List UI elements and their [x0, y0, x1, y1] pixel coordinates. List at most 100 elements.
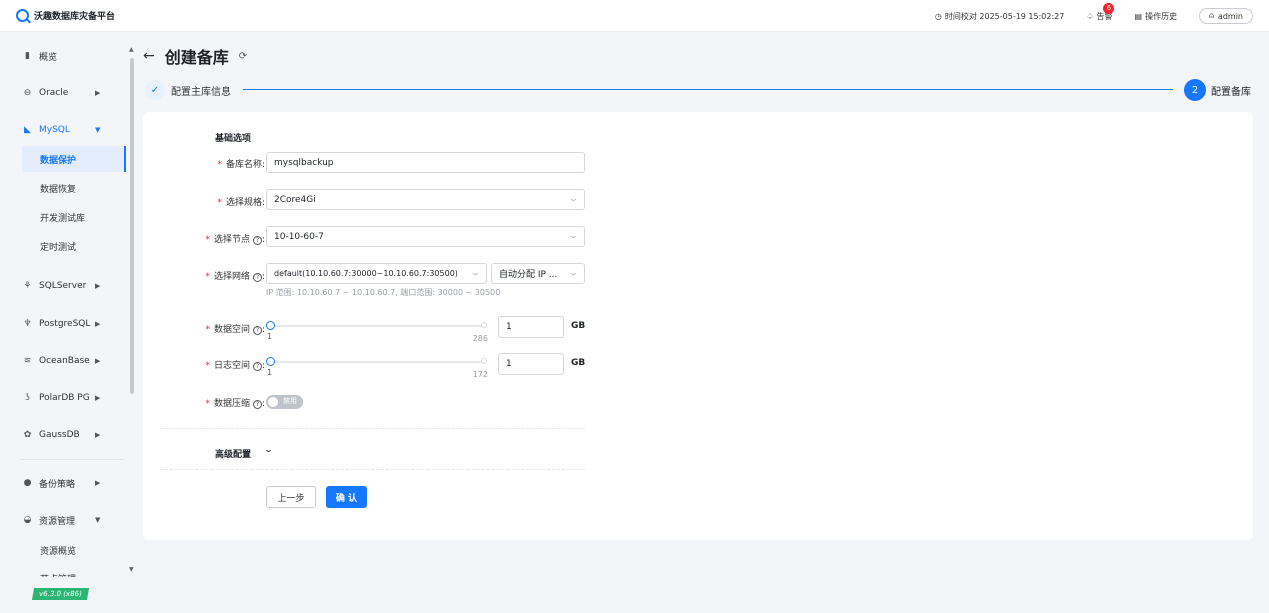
compress-toggle[interactable]: 禁用: [266, 395, 303, 409]
form-card: 基础选项 * 备库名称: mysqlbackup * 选择规格: 2Core4Gi …: [143, 112, 1253, 540]
refresh-icon[interactable]: ⟳: [239, 51, 247, 62]
chevron-down-icon: ⌄: [470, 268, 482, 277]
sidebar-item-mysql[interactable]: ◣ MySQL ▼: [0, 118, 126, 142]
user-name: admin: [1217, 11, 1243, 21]
sidebar-item-label: SQLServer: [39, 281, 87, 291]
help-icon[interactable]: ?: [252, 400, 262, 409]
sidebar-sub-node-management[interactable]: 节点管理: [22, 565, 126, 577]
section-divider: [160, 428, 585, 429]
step-1-check-icon: ✓: [145, 80, 165, 100]
spec-select[interactable]: 2Core4Gi ⌄: [266, 189, 585, 210]
sidebar-item-oracle[interactable]: ⊖ Oracle ▶: [0, 81, 126, 105]
alerts-button[interactable]: ♤ 告警 6: [1086, 2, 1115, 22]
steps: ✓ 配置主库信息 2 配置备库: [145, 78, 1255, 102]
required-mark: *: [217, 160, 222, 170]
data-space-input[interactable]: 1: [498, 316, 564, 338]
log-space-slider[interactable]: 1 172: [266, 356, 488, 380]
data-space-unit: GB: [571, 321, 586, 331]
brand[interactable]: 沃趣数据库灾备平台: [16, 9, 115, 22]
log-space-input[interactable]: 1: [498, 353, 564, 375]
sidebar-item-label: OceanBase: [39, 356, 90, 366]
user-icon: ⍝: [1209, 11, 1214, 20]
user-menu[interactable]: ⍝ admin: [1199, 8, 1253, 24]
top-bar: 沃趣数据库灾备平台 ◷ 时间校对 2025-05-19 15:02:27 ♤ 告…: [0, 0, 1269, 32]
sidebar-sub-dev-test[interactable]: 开发测试库: [22, 204, 126, 230]
help-icon[interactable]: ?: [252, 362, 262, 371]
gaussdb-icon: ✿: [23, 430, 32, 440]
network-select[interactable]: default(10.10.60.7:30000~10.10.60.7:3050…: [266, 263, 487, 284]
page-title: 创建备库: [164, 48, 229, 67]
required-mark: *: [205, 399, 210, 409]
toggle-knob: [268, 397, 278, 407]
label-colon: :: [261, 361, 265, 371]
required-mark: *: [205, 235, 210, 245]
toggle-state: 禁用: [283, 397, 297, 405]
scroll-thumb[interactable]: [130, 58, 134, 394]
slider-track[interactable]: [269, 325, 485, 327]
sidebar-item-overview[interactable]: ▮ 概览: [0, 44, 126, 68]
log-space-label-text: 日志空间: [213, 361, 250, 371]
sidebar-sub-resource-overview[interactable]: 资源概览: [22, 537, 126, 563]
caret-right-icon: ▶: [95, 320, 101, 328]
ip-select[interactable]: 自动分配 IP ... ⌄: [491, 263, 585, 284]
spec-label-text: 选择规格:: [225, 198, 265, 208]
label-colon: :: [261, 235, 265, 245]
data-space-slider[interactable]: 1 286: [266, 320, 488, 344]
sidebar-item-gaussdb[interactable]: ✿ GaussDB ▶: [0, 423, 126, 447]
sidebar-divider: [20, 459, 124, 460]
history-label: 操作历史: [1145, 11, 1178, 21]
version-badge: v6.3.0 (x86): [31, 588, 89, 600]
bar-chart-icon: ▮: [25, 51, 30, 61]
page-header: ← 创建备库 ⟳: [143, 44, 247, 68]
network-hint: IP 范围: 10.10.60.7 ~ 10.10.60.7, 端口范围: 30…: [266, 288, 501, 297]
chevron-down-icon: ⌄: [568, 268, 580, 277]
caret-right-icon: ▶: [95, 394, 101, 402]
sqlserver-icon: ⚘: [23, 281, 32, 291]
advanced-label[interactable]: 高级配置: [215, 447, 251, 460]
required-mark: *: [205, 325, 210, 335]
scroll-down-icon[interactable]: ▼: [129, 566, 134, 573]
data-space-label: * 数据空间?:: [205, 322, 265, 335]
chevron-down-icon[interactable]: ⌄: [263, 445, 274, 454]
name-label-text: 备库名称:: [225, 160, 265, 170]
help-icon[interactable]: ?: [252, 236, 262, 245]
slider-handle[interactable]: [266, 357, 275, 366]
help-icon[interactable]: ?: [252, 326, 262, 335]
slider-handle[interactable]: [266, 321, 275, 330]
section-basic-title: 基础选项: [215, 134, 252, 144]
scroll-up-icon[interactable]: ▲: [129, 46, 134, 53]
prev-button[interactable]: 上一步: [266, 486, 316, 508]
sidebar-item-postgresql[interactable]: ♆ PostgreSQL ▶: [0, 312, 126, 336]
sidebar-item-resource[interactable]: ◒ 资源管理 ▼: [0, 508, 126, 532]
slider-track[interactable]: [269, 361, 485, 363]
sidebar-sub-data-protection[interactable]: 数据保护: [22, 146, 126, 172]
name-label: * 备库名称:: [217, 157, 265, 170]
sidebar-sub-scheduled-test[interactable]: 定时测试: [22, 233, 126, 259]
sidebar-scrollbar[interactable]: ▲ ▼: [129, 46, 135, 606]
help-icon[interactable]: ?: [252, 273, 262, 282]
sidebar-item-label: 备份策略: [39, 479, 76, 490]
slider-end-dot: [481, 358, 487, 364]
sidebar-item-polardb[interactable]: ʖ PolarDB PG ▶: [0, 386, 126, 410]
confirm-button[interactable]: 确 认: [326, 486, 367, 508]
history-button[interactable]: ▤ 操作历史: [1135, 11, 1178, 22]
resource-icon: ◒: [23, 515, 32, 525]
caret-down-icon: ▼: [95, 126, 101, 134]
time-label: 时间校对 2025-05-19 15:02:27: [944, 11, 1065, 21]
slider-min: 1: [267, 368, 273, 377]
name-input[interactable]: mysqlbackup: [266, 152, 585, 173]
sidebar-item-strategy[interactable]: ● 备份策略 ▶: [0, 471, 126, 495]
slider-min: 1: [267, 332, 273, 341]
log-space-unit: GB: [571, 358, 586, 368]
back-arrow-icon[interactable]: ←: [143, 48, 155, 64]
caret-right-icon: ▶: [95, 431, 101, 439]
label-colon: :: [261, 325, 265, 335]
sidebar-item-sqlserver[interactable]: ⚘ SQLServer ▶: [0, 274, 126, 298]
required-mark: *: [205, 361, 210, 371]
network-label: * 选择网络?:: [205, 269, 265, 282]
sidebar-item-oceanbase[interactable]: ≋ OceanBase ▶: [0, 349, 126, 373]
sidebar-sub-data-recovery[interactable]: 数据恢复: [22, 175, 126, 201]
caret-right-icon: ▶: [95, 282, 101, 290]
spec-value: 2Core4Gi: [274, 194, 316, 205]
node-select[interactable]: 10-10-60-7 ⌄: [266, 226, 585, 247]
